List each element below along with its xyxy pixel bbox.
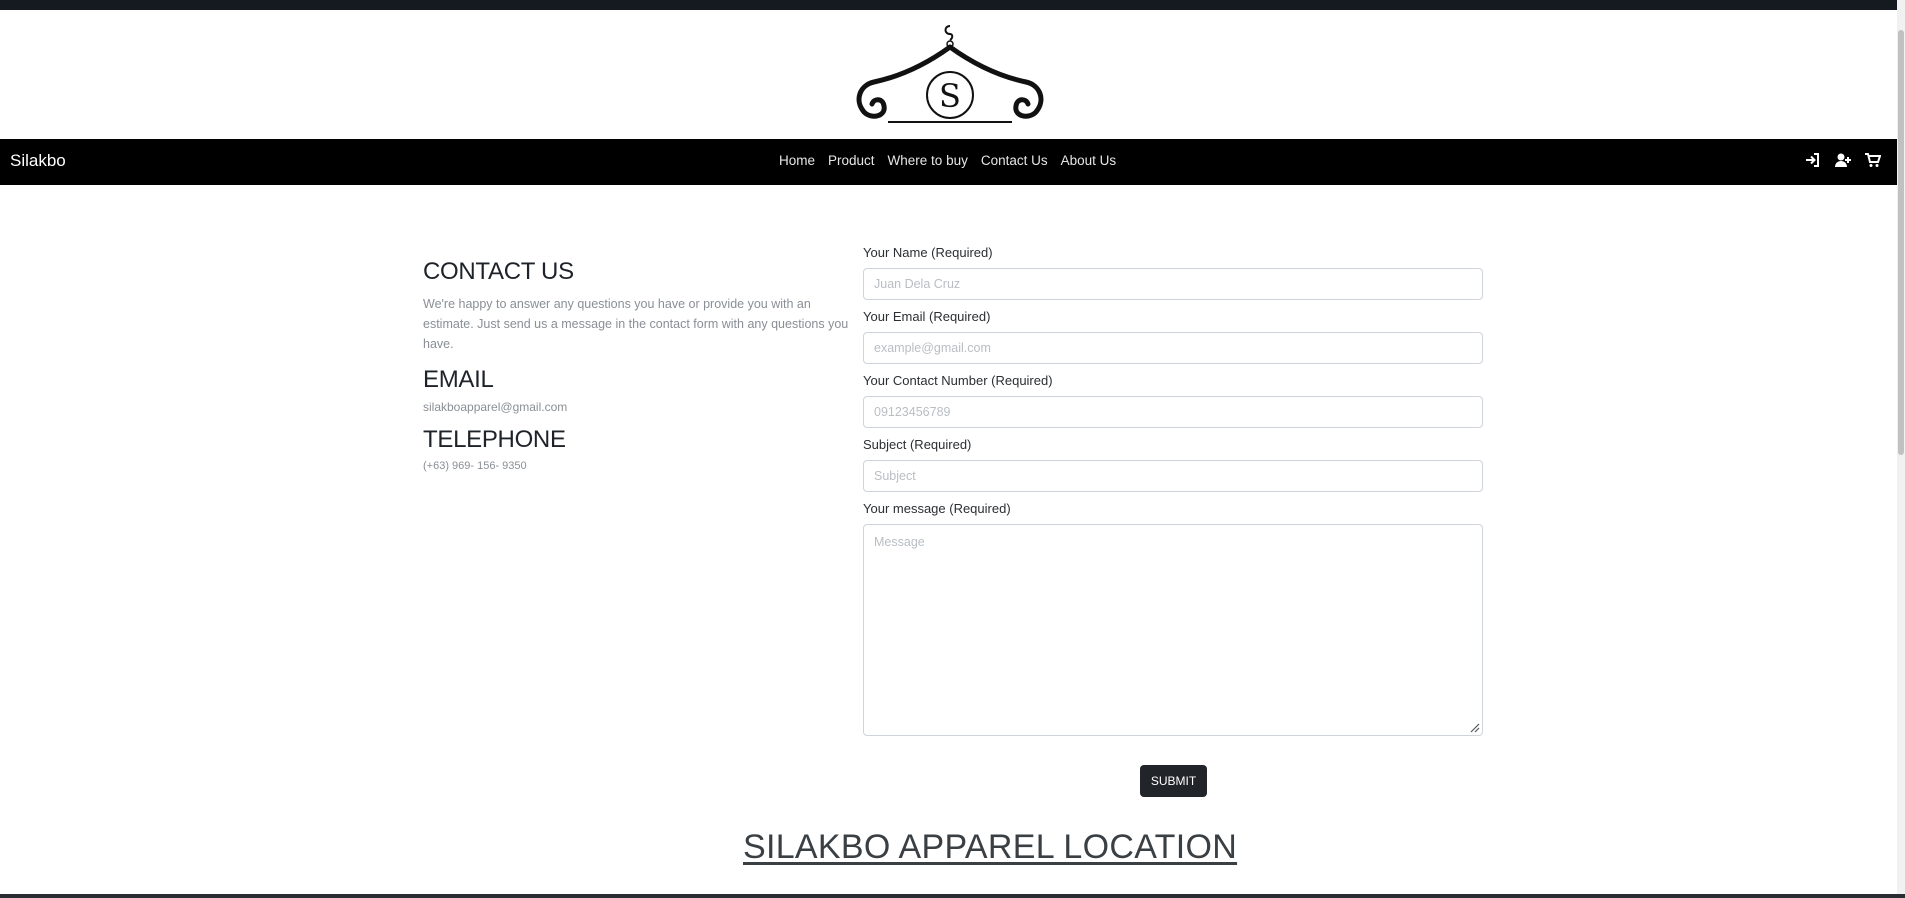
email-value: silakboapparel@gmail.com [423, 400, 568, 414]
resize-grip-icon[interactable] [1470, 723, 1480, 733]
name-field[interactable]: Juan Dela Cruz [863, 268, 1483, 300]
subject-label: Subject (Required) [863, 437, 972, 452]
navbar: Silakbo Home Product Where to buy Contac… [0, 139, 1897, 185]
contact-heading: CONTACT US [423, 258, 574, 285]
hanger-s-logo-icon[interactable]: S [852, 20, 1048, 128]
contact-info: CONTACT US We're happy to answer any que… [423, 258, 853, 484]
add-user-icon[interactable] [1835, 152, 1853, 170]
message-field[interactable]: Message [863, 524, 1483, 736]
nav-contact-us[interactable]: Contact Us [981, 153, 1048, 168]
location-title: SILAKBO APPAREL LOCATION [743, 828, 1238, 866]
brand-link[interactable]: Silakbo [10, 151, 66, 171]
message-placeholder: Message [874, 535, 925, 549]
logo-letter: S [939, 77, 961, 115]
email-field[interactable]: example@gmail.com [863, 332, 1483, 364]
nav-product[interactable]: Product [828, 153, 875, 168]
scrollbar-thumb[interactable] [1898, 30, 1904, 455]
nav-about-us[interactable]: About Us [1061, 153, 1117, 168]
telephone-value: (+63) 969- 156- 9350 [423, 460, 527, 472]
contact-form: Your Name (Required) Juan Dela Cruz Your… [863, 245, 1483, 736]
submit-button[interactable]: SUBMIT [1140, 765, 1207, 797]
sign-in-icon[interactable] [1805, 152, 1823, 170]
name-label: Your Name (Required) [863, 245, 993, 260]
contact-number-label: Your Contact Number (Required) [863, 373, 1053, 388]
nav-icons [1805, 152, 1883, 170]
subject-field[interactable]: Subject [863, 460, 1483, 492]
nav-where-to-buy[interactable]: Where to buy [888, 153, 968, 168]
top-strip [0, 0, 1905, 10]
telephone-heading: TELEPHONE [423, 426, 566, 453]
contact-number-field[interactable]: 09123456789 [863, 396, 1483, 428]
email-label: Your Email (Required) [863, 309, 991, 324]
nav-home[interactable]: Home [779, 153, 815, 168]
message-label: Your message (Required) [863, 501, 1011, 516]
scrollbar-track[interactable] [1897, 0, 1905, 898]
email-heading: EMAIL [423, 366, 494, 393]
contact-description: We're happy to answer any questions you … [423, 297, 849, 351]
bottom-strip [0, 894, 1905, 898]
nav-links: Home Product Where to buy Contact Us Abo… [779, 153, 1129, 168]
cart-icon[interactable] [1865, 152, 1883, 170]
